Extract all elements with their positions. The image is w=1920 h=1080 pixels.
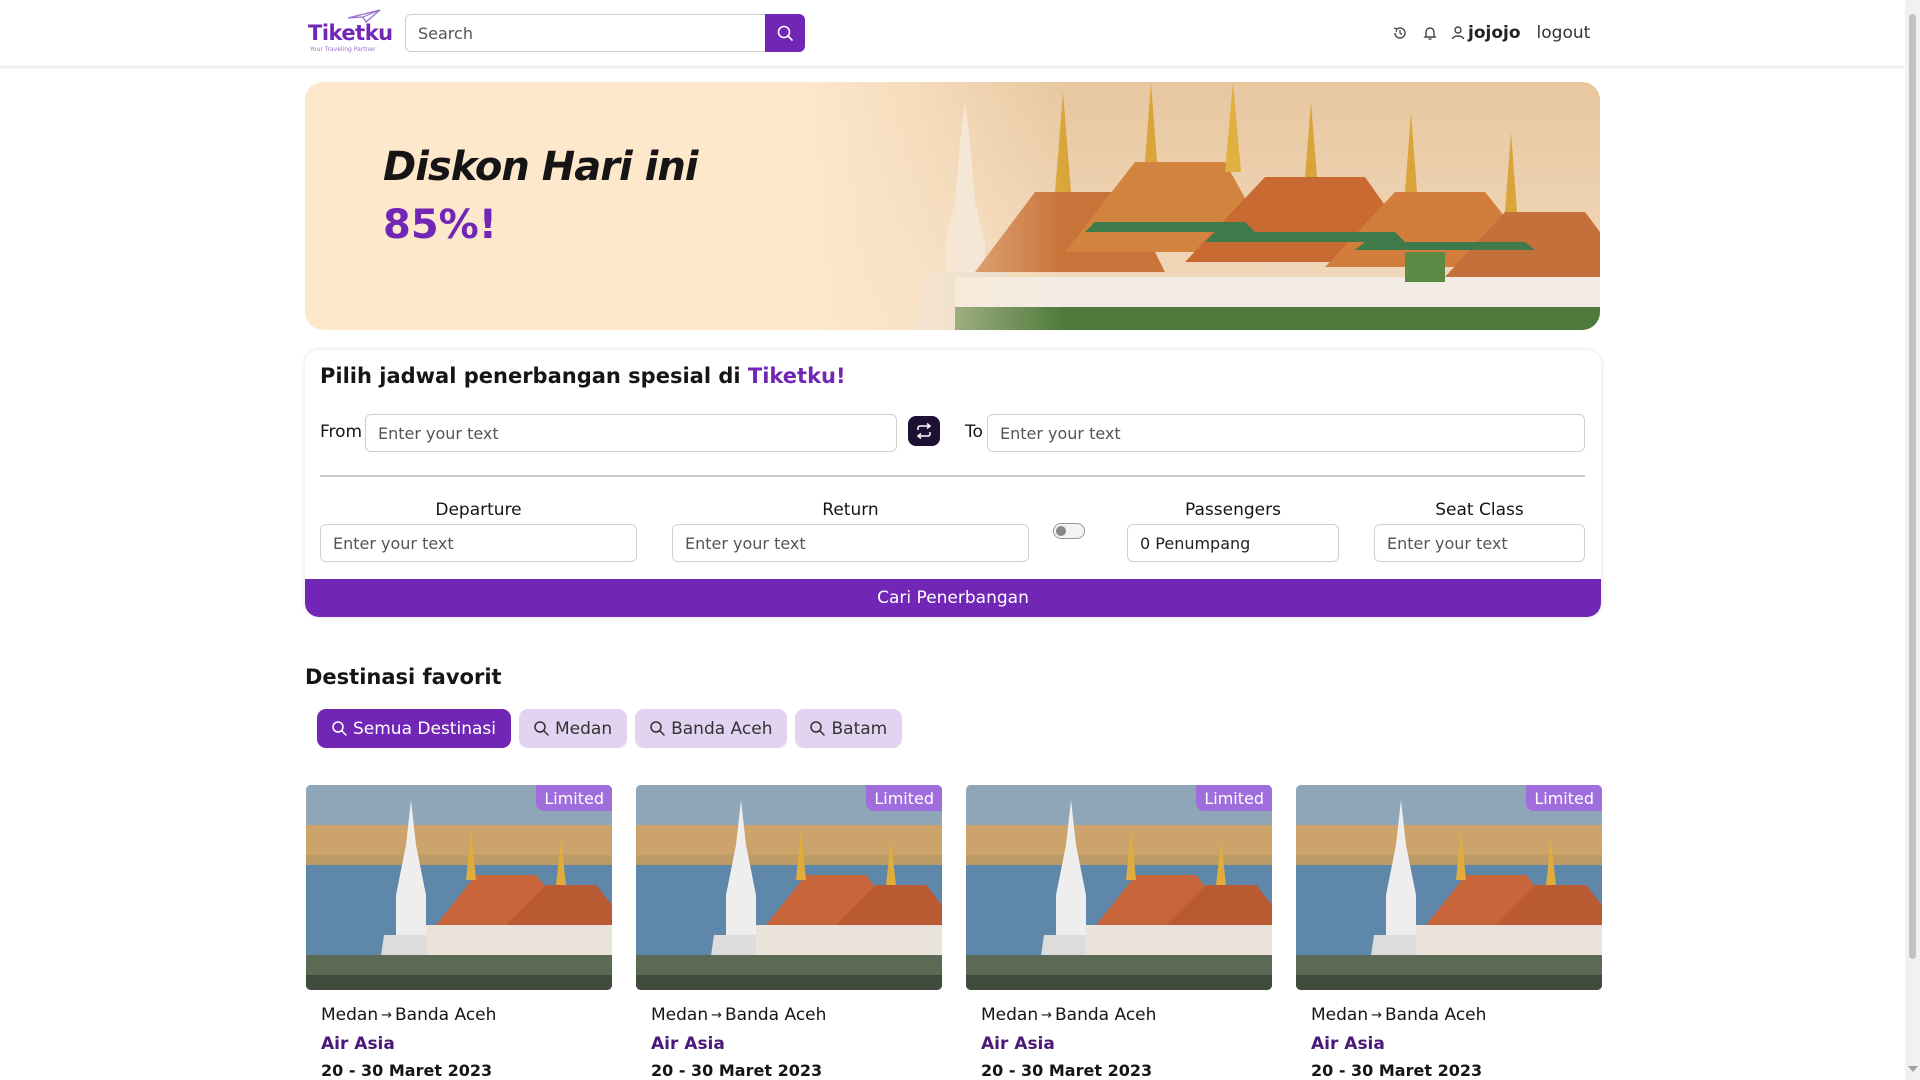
chip-batam[interactable]: Batam: [795, 709, 903, 748]
from-input[interactable]: [365, 414, 897, 452]
chip-label: Batam: [831, 718, 888, 739]
destination-dates: 20 - 30 Maret 2023: [321, 1061, 493, 1080]
logo-text: Tiketku: [308, 21, 393, 45]
destination-card[interactable]: Limited Medan → Banda Aceh Air Asia 20 -…: [636, 785, 942, 1080]
history-icon: [1393, 27, 1406, 39]
section-divider: [320, 475, 1585, 477]
chip-banda-aceh[interactable]: Banda Aceh: [635, 709, 788, 748]
scroll-down-arrow-icon[interactable]: [1908, 1066, 1918, 1072]
scrollbar-thumb[interactable]: [1909, 14, 1916, 959]
limited-badge: Limited: [536, 785, 612, 811]
destination-image: [306, 785, 612, 990]
user-icon: [1451, 26, 1465, 40]
global-search: [405, 14, 805, 52]
arrow-right-icon: →: [381, 1007, 393, 1023]
route-from: Medan: [651, 1005, 709, 1025]
logo-tagline: Your Traveling Partner: [310, 46, 376, 53]
flight-search-card: Pilih jadwal penerbangan spesial di Tike…: [305, 350, 1601, 617]
route-to: Banda Aceh: [395, 1005, 497, 1025]
chip-medan[interactable]: Medan: [518, 709, 628, 748]
chip-label: Medan: [554, 718, 613, 739]
flight-search-title: Pilih jadwal penerbangan spesial di Tike…: [320, 364, 846, 388]
destination-airline: Air Asia: [651, 1034, 725, 1054]
destination-image: [966, 785, 1272, 990]
limited-badge: Limited: [1526, 785, 1602, 811]
flight-search-title-brand: Tiketku!: [747, 364, 846, 388]
to-input[interactable]: [987, 414, 1585, 452]
destination-route: Medan → Banda Aceh: [981, 1005, 1156, 1025]
to-label: To: [965, 422, 983, 442]
search-flight-button[interactable]: Cari Penerbangan: [305, 579, 1601, 617]
return-input[interactable]: [672, 524, 1029, 562]
logout-link[interactable]: logout: [1537, 23, 1591, 43]
destination-dates: 20 - 30 Maret 2023: [651, 1061, 823, 1080]
limited-badge: Limited: [1196, 785, 1272, 811]
favorite-destinations-title: Destinasi favorit: [305, 665, 502, 689]
search-icon: [533, 720, 550, 737]
arrow-right-icon: →: [1041, 1007, 1053, 1023]
return-label: Return: [822, 500, 879, 520]
top-navbar: Tiketku Your Traveling Partner Search jo…: [0, 0, 1905, 66]
search-icon: [649, 720, 666, 737]
banner-title: Diskon Hari ini: [383, 144, 699, 190]
seat-class-input[interactable]: [1374, 524, 1585, 562]
destination-airline: Air Asia: [321, 1034, 395, 1054]
destination-route: Medan → Banda Aceh: [321, 1005, 496, 1025]
destination-airline: Air Asia: [1311, 1034, 1385, 1054]
search-input[interactable]: [405, 14, 766, 52]
navbar-actions: jojojo logout: [1390, 20, 1590, 46]
tiketku-logo[interactable]: Tiketku Your Traveling Partner: [308, 8, 394, 58]
destination-card[interactable]: Limited Medan → Banda Aceh Air Asia 20 -…: [1296, 785, 1602, 1080]
chip-label: Semua Destinasi: [353, 718, 496, 739]
user-menu[interactable]: jojojo: [1450, 23, 1521, 43]
history-button[interactable]: [1390, 23, 1410, 43]
route-to: Banda Aceh: [1385, 1005, 1487, 1025]
destination-dates: 20 - 30 Maret 2023: [1311, 1061, 1483, 1080]
destination-filter-chips: Semua Destinasi Medan Banda Aceh Batam: [317, 709, 903, 748]
promo-banner[interactable]: Diskon Hari ini 85%!: [305, 82, 1600, 330]
chip-all-destinations[interactable]: Semua Destinasi: [317, 709, 511, 748]
passengers-label: Passengers: [1185, 500, 1281, 520]
departure-label: Departure: [435, 500, 522, 520]
destination-dates: 20 - 30 Maret 2023: [981, 1061, 1153, 1080]
bell-icon: [1423, 27, 1437, 40]
destination-airline: Air Asia: [981, 1034, 1055, 1054]
destination-route: Medan → Banda Aceh: [1311, 1005, 1486, 1025]
flight-search-title-text: Pilih jadwal penerbangan spesial di: [320, 364, 748, 388]
limited-badge: Limited: [866, 785, 942, 811]
return-toggle[interactable]: [1053, 523, 1085, 539]
route-from: Medan: [1311, 1005, 1369, 1025]
from-label: From: [320, 422, 363, 442]
departure-input[interactable]: [320, 524, 637, 562]
swap-route-button[interactable]: [908, 416, 940, 446]
route-to: Banda Aceh: [725, 1005, 827, 1025]
search-icon: [809, 720, 826, 737]
swap-arrows-icon: [916, 423, 932, 439]
destination-route: Medan → Banda Aceh: [651, 1005, 826, 1025]
page-scrollbar[interactable]: [1905, 0, 1920, 1080]
destination-card[interactable]: Limited Medan → Banda Aceh Air Asia 20 -…: [966, 785, 1272, 1080]
search-icon: [777, 25, 793, 41]
chip-label: Banda Aceh: [671, 718, 773, 739]
search-button[interactable]: [765, 14, 805, 52]
return-toggle-knob: [1056, 526, 1066, 536]
banner-discount: 85%!: [383, 202, 497, 248]
search-icon: [331, 720, 348, 737]
arrow-right-icon: →: [711, 1007, 723, 1023]
arrow-right-icon: →: [1371, 1007, 1383, 1023]
notification-button[interactable]: [1420, 23, 1440, 43]
route-from: Medan: [981, 1005, 1039, 1025]
destination-image: [636, 785, 942, 990]
destination-card[interactable]: Limited Medan → Banda Aceh Air Asia 20 -…: [306, 785, 612, 1080]
destination-image: [1296, 785, 1602, 990]
route-from: Medan: [321, 1005, 379, 1025]
seat-class-label: Seat Class: [1435, 500, 1524, 520]
banner-fade-overlay: [805, 82, 1065, 330]
username-label: jojojo: [1468, 23, 1521, 43]
passengers-input[interactable]: [1127, 524, 1339, 562]
route-to: Banda Aceh: [1055, 1005, 1157, 1025]
